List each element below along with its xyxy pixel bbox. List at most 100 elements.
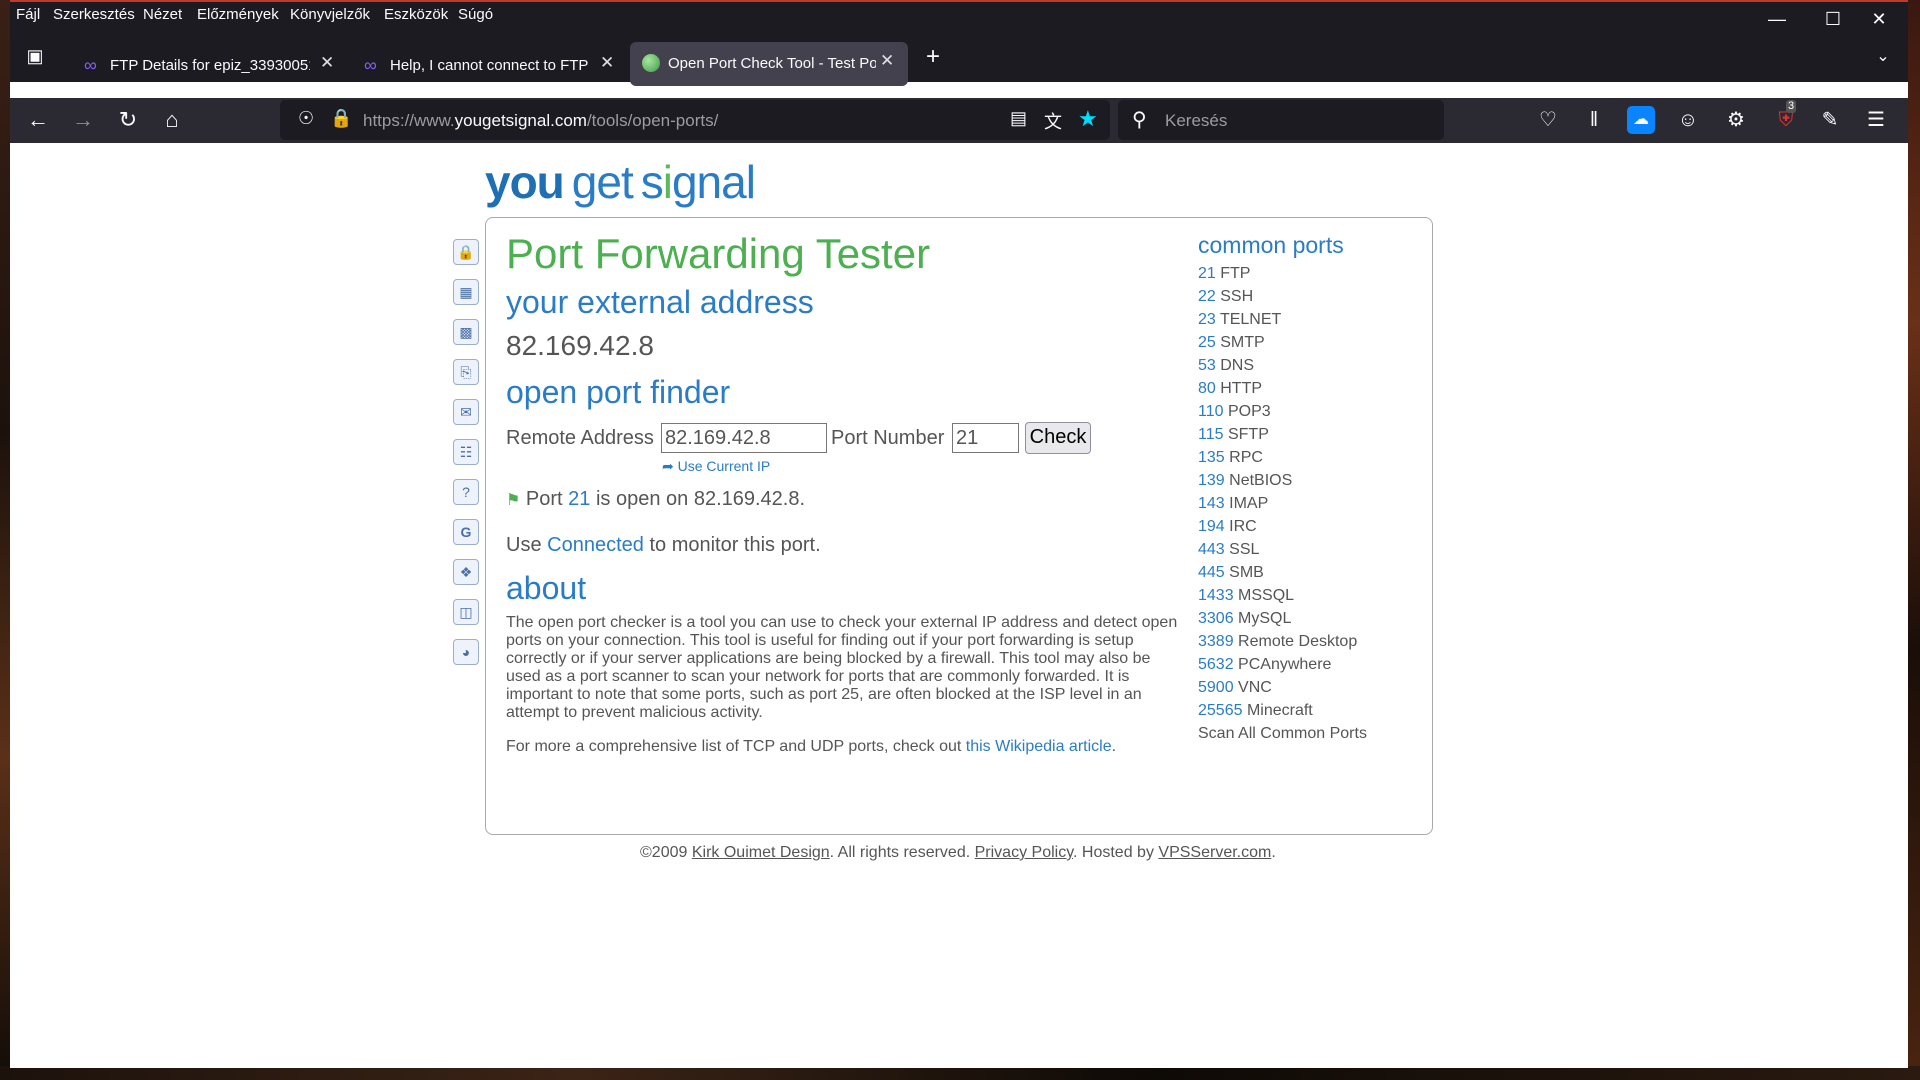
port-row[interactable]: 23 TELNET bbox=[1198, 311, 1418, 334]
port-row[interactable]: 135 RPC bbox=[1198, 449, 1418, 472]
port-number[interactable]: 110 bbox=[1198, 403, 1224, 420]
shield-icon[interactable]: ☉ bbox=[298, 108, 314, 129]
privacy-policy-link[interactable]: Privacy Policy bbox=[975, 844, 1073, 861]
port-number[interactable]: 135 bbox=[1198, 449, 1225, 466]
vpsserver-link[interactable]: VPSServer.com bbox=[1158, 844, 1271, 861]
port-row[interactable]: 143 IMAP bbox=[1198, 495, 1418, 518]
menu-tools[interactable]: Eszközök bbox=[384, 6, 448, 23]
port-number[interactable]: 21 bbox=[1198, 265, 1216, 282]
port-number[interactable]: 443 bbox=[1198, 541, 1225, 558]
result-port-link[interactable]: 21 bbox=[568, 488, 590, 510]
menu-help[interactable]: Súgó bbox=[458, 6, 493, 23]
site-logo[interactable]: you get signal bbox=[485, 155, 756, 209]
url-bar[interactable]: ☉ 🔒 https://www.yougetsignal.com/tools/o… bbox=[280, 100, 1110, 140]
back-icon[interactable]: ← bbox=[22, 104, 54, 136]
account-icon[interactable]: ☺ bbox=[1674, 106, 1702, 134]
port-number-input[interactable] bbox=[952, 423, 1019, 453]
port-number[interactable]: 80 bbox=[1198, 380, 1216, 397]
remote-address-input[interactable] bbox=[661, 423, 827, 453]
port-row[interactable]: 21 FTP bbox=[1198, 265, 1418, 288]
port-row[interactable]: 1433 MSSQL bbox=[1198, 587, 1418, 610]
home-icon[interactable]: ⌂ bbox=[156, 104, 188, 136]
translate-icon[interactable]: 文 bbox=[1044, 108, 1062, 134]
port-number[interactable]: 3306 bbox=[1198, 610, 1234, 627]
close-tab-icon[interactable]: ✕ bbox=[320, 53, 334, 73]
port-number[interactable]: 139 bbox=[1198, 472, 1225, 489]
lock-icon[interactable]: 🔒 bbox=[330, 108, 352, 129]
bookmark-star-icon[interactable]: ★ bbox=[1078, 106, 1098, 132]
windows-tool-icon[interactable]: ❖ bbox=[453, 559, 479, 585]
menu-file[interactable]: Fájl bbox=[16, 6, 40, 23]
lock-tool-icon[interactable]: 🔒 bbox=[453, 239, 479, 265]
port-row[interactable]: 80 HTTP bbox=[1198, 380, 1418, 403]
port-row[interactable]: 194 IRC bbox=[1198, 518, 1418, 541]
port-number[interactable]: 445 bbox=[1198, 564, 1225, 581]
port-row[interactable]: 445 SMB bbox=[1198, 564, 1418, 587]
image-tool-icon[interactable]: ▩ bbox=[453, 319, 479, 345]
port-number[interactable]: 115 bbox=[1198, 426, 1224, 443]
url-text[interactable]: https://www.yougetsignal.com/tools/open-… bbox=[363, 111, 718, 131]
menu-bookmarks[interactable]: Könyvjelzők bbox=[290, 6, 370, 23]
close-tab-icon[interactable]: ✕ bbox=[880, 51, 894, 71]
port-number[interactable]: 5632 bbox=[1198, 656, 1234, 673]
mail-tool-icon[interactable]: ✉ bbox=[453, 399, 479, 425]
new-tab-icon[interactable]: + bbox=[920, 44, 946, 70]
port-row[interactable]: 443 SSL bbox=[1198, 541, 1418, 564]
port-number[interactable]: 5900 bbox=[1198, 679, 1234, 696]
port-row[interactable]: 22 SSH bbox=[1198, 288, 1418, 311]
minimize-icon[interactable]: — bbox=[1752, 4, 1802, 34]
port-number[interactable]: 1433 bbox=[1198, 587, 1234, 604]
use-current-ip-link[interactable]: ➦ Use Current IP bbox=[662, 458, 770, 475]
globe-tool-icon[interactable]: ◕ bbox=[453, 639, 479, 665]
port-row[interactable]: 3306 MySQL bbox=[1198, 610, 1418, 633]
port-row[interactable]: 115 SFTP bbox=[1198, 426, 1418, 449]
map-tool-icon[interactable]: ▦ bbox=[453, 279, 479, 305]
port-number[interactable]: 25565 bbox=[1198, 702, 1243, 719]
maximize-icon[interactable]: ☐ bbox=[1808, 4, 1858, 34]
port-number[interactable]: 23 bbox=[1198, 311, 1216, 328]
menu-view[interactable]: Nézet bbox=[143, 6, 182, 23]
port-row[interactable]: 25 SMTP bbox=[1198, 334, 1418, 357]
reload-icon[interactable]: ↻ bbox=[112, 104, 144, 136]
printer-tool-icon[interactable]: ⎘ bbox=[453, 359, 479, 385]
port-number[interactable]: 3389 bbox=[1198, 633, 1234, 650]
scan-all-ports-link[interactable]: Scan All Common Ports bbox=[1198, 725, 1418, 743]
port-number[interactable]: 22 bbox=[1198, 288, 1216, 305]
search-bar[interactable]: ⚲ Keresés bbox=[1118, 100, 1444, 140]
wikipedia-link[interactable]: this Wikipedia article bbox=[966, 738, 1112, 755]
tab-list-chevron-down-icon[interactable]: ⌄ bbox=[1870, 44, 1896, 70]
forward-icon[interactable]: → bbox=[67, 104, 99, 136]
menu-history[interactable]: Előzmények bbox=[197, 6, 279, 23]
port-row[interactable]: 5632 PCAnywhere bbox=[1198, 656, 1418, 679]
library-icon[interactable]: ‖ bbox=[1580, 106, 1608, 134]
hamburger-menu-icon[interactable]: ☰ bbox=[1862, 106, 1890, 134]
firefox-view-icon[interactable]: ▣ bbox=[22, 46, 48, 72]
port-row[interactable]: 110 POP3 bbox=[1198, 403, 1418, 426]
tab-open-port-check[interactable]: Open Port Check Tool - Test Por ✕ bbox=[630, 42, 908, 86]
tab-help-ftp[interactable]: ∞ Help, I cannot connect to FTP - ✕ bbox=[352, 44, 628, 88]
port-row[interactable]: 5900 VNC bbox=[1198, 679, 1418, 702]
tab-ftp-details[interactable]: ∞ FTP Details for epiz_33930051 - ✕ bbox=[72, 44, 348, 88]
port-row[interactable]: 25565 Minecraft bbox=[1198, 702, 1418, 725]
network-tool-icon[interactable]: ☷ bbox=[453, 439, 479, 465]
google-tool-icon[interactable]: G bbox=[453, 519, 479, 545]
author-link[interactable]: Kirk Ouimet Design bbox=[692, 844, 830, 861]
extensions-icon[interactable]: ✎ bbox=[1816, 106, 1844, 134]
disk-tool-icon[interactable]: ◫ bbox=[453, 599, 479, 625]
close-tab-icon[interactable]: ✕ bbox=[600, 53, 614, 73]
connected-link[interactable]: Connected bbox=[547, 534, 644, 556]
cloud-icon[interactable]: ☁ bbox=[1627, 106, 1655, 134]
port-row[interactable]: 139 NetBIOS bbox=[1198, 472, 1418, 495]
menu-edit[interactable]: Szerkesztés bbox=[53, 6, 135, 23]
port-number[interactable]: 25 bbox=[1198, 334, 1216, 351]
port-row[interactable]: 53 DNS bbox=[1198, 357, 1418, 380]
help-tool-icon[interactable]: ? bbox=[453, 479, 479, 505]
port-number[interactable]: 53 bbox=[1198, 357, 1216, 374]
reader-view-icon[interactable]: ▤ bbox=[1010, 108, 1027, 129]
port-number[interactable]: 143 bbox=[1198, 495, 1225, 512]
settings-gear-icon[interactable]: ⚙ bbox=[1722, 106, 1750, 134]
pocket-icon[interactable]: ♡ bbox=[1534, 106, 1562, 134]
check-button[interactable]: Check bbox=[1025, 422, 1091, 454]
port-row[interactable]: 3389 Remote Desktop bbox=[1198, 633, 1418, 656]
ublock-shield-icon[interactable]: ⛨ 3 bbox=[1772, 100, 1800, 134]
